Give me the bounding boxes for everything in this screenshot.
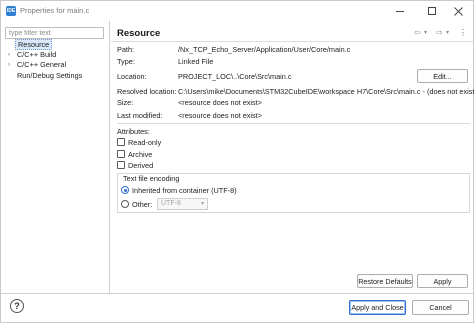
back-arrow-icon[interactable]: ⇦ — [414, 28, 421, 38]
section-separator — [117, 123, 470, 124]
tree-item-cpp-general[interactable]: › C/C++ General — [1, 60, 109, 71]
checkbox-box[interactable] — [117, 138, 125, 146]
minimize-icon — [396, 10, 404, 12]
left-panel: Resource › C/C++ Build › C/C++ General R… — [1, 21, 109, 293]
encoding-select[interactable]: UTF-8 ▾ — [157, 198, 208, 210]
last-modified-value: <resource does not exist> — [178, 111, 262, 120]
page-navigation: ⇦ ▾ ⇨ ▾ ⋮ — [412, 28, 472, 38]
archive-checkbox[interactable]: Archive — [117, 149, 152, 159]
tree-item-resource[interactable]: Resource — [1, 39, 109, 50]
inherited-encoding-label: Inherited from container (UTF-8) — [132, 185, 237, 195]
type-value: Linked File — [178, 57, 214, 66]
tree-item-label: C/C++ Build — [17, 49, 57, 59]
derived-checkbox[interactable]: Derived — [117, 160, 153, 170]
last-modified-label: Last modified: — [117, 111, 163, 120]
attributes-label: Attributes: — [117, 127, 150, 136]
close-button[interactable] — [444, 3, 472, 19]
resolved-location-label: Resolved location: — [117, 87, 177, 96]
inherited-encoding-radio[interactable]: Inherited from container (UTF-8) — [121, 185, 237, 195]
tree-item-label: Resource — [15, 39, 53, 50]
radio-unselected-icon[interactable] — [121, 200, 129, 208]
expand-arrow-icon[interactable]: › — [8, 50, 10, 61]
derived-label: Derived — [128, 160, 154, 170]
cancel-button[interactable]: Cancel — [412, 300, 469, 315]
other-encoding-radio[interactable]: Other: — [121, 199, 152, 209]
footer-separator — [1, 293, 473, 294]
radio-selected-icon[interactable] — [121, 186, 129, 194]
location-label: Location: — [117, 72, 147, 81]
encoding-select-value: UTF-8 — [161, 200, 181, 207]
path-label: Path: — [117, 45, 135, 54]
properties-dialog: IDE Properties for main.c Resource › C/C… — [0, 0, 474, 323]
chevron-down-icon: ▾ — [200, 201, 204, 207]
ide-app-icon: IDE — [6, 6, 16, 16]
path-value: /Nx_TCP_Echo_Server/Application/User/Cor… — [178, 45, 351, 54]
maximize-icon — [428, 7, 436, 15]
tree-item-label: Run/Debug Settings — [17, 70, 83, 80]
panel-divider[interactable] — [109, 21, 110, 293]
tree-item-run-debug-settings[interactable]: Run/Debug Settings — [1, 71, 109, 82]
size-value: <resource does not exist> — [178, 98, 262, 107]
forward-arrow-icon[interactable]: ⇨ — [436, 28, 443, 38]
location-value: PROJECT_LOC\..\Core\Src\main.c — [178, 72, 292, 81]
size-label: Size: — [117, 98, 134, 107]
more-options-icon[interactable]: ⋮ — [459, 28, 467, 38]
help-icon[interactable]: ? — [10, 299, 24, 313]
property-page-tree: Resource › C/C++ Build › C/C++ General R… — [1, 39, 109, 81]
tree-item-cpp-build[interactable]: › C/C++ Build — [1, 50, 109, 61]
resolved-location-value: C:\Users\mike\Documents\STM32CubeIDE\wor… — [178, 87, 474, 96]
filter-input[interactable] — [5, 27, 104, 39]
read-only-checkbox[interactable]: Read-only — [117, 137, 161, 147]
minimize-button[interactable] — [386, 3, 414, 19]
checkbox-box[interactable] — [117, 150, 125, 158]
title-bar: IDE Properties for main.c — [1, 1, 473, 21]
expand-arrow-icon[interactable]: › — [8, 60, 10, 71]
read-only-label: Read-only — [128, 137, 162, 147]
back-menu-icon[interactable]: ▾ — [424, 28, 427, 38]
archive-label: Archive — [128, 149, 153, 159]
window-title: Properties for main.c — [20, 6, 90, 15]
type-label: Type: — [117, 57, 135, 66]
apply-button[interactable]: Apply — [417, 274, 468, 288]
maximize-button[interactable] — [418, 3, 446, 19]
edit-location-button[interactable]: Edit... — [417, 69, 468, 83]
close-icon — [453, 6, 463, 16]
title-separator — [111, 41, 473, 42]
tree-item-label: C/C++ General — [17, 60, 67, 69]
restore-defaults-button[interactable]: Restore Defaults — [357, 274, 413, 288]
apply-and-close-button[interactable]: Apply and Close — [349, 300, 406, 315]
text-encoding-title: Text file encoding — [122, 174, 181, 183]
checkbox-box[interactable] — [117, 161, 125, 169]
other-encoding-label: Other: — [132, 199, 153, 209]
forward-menu-icon[interactable]: ▾ — [446, 28, 449, 38]
page-title: Resource — [117, 28, 161, 39]
